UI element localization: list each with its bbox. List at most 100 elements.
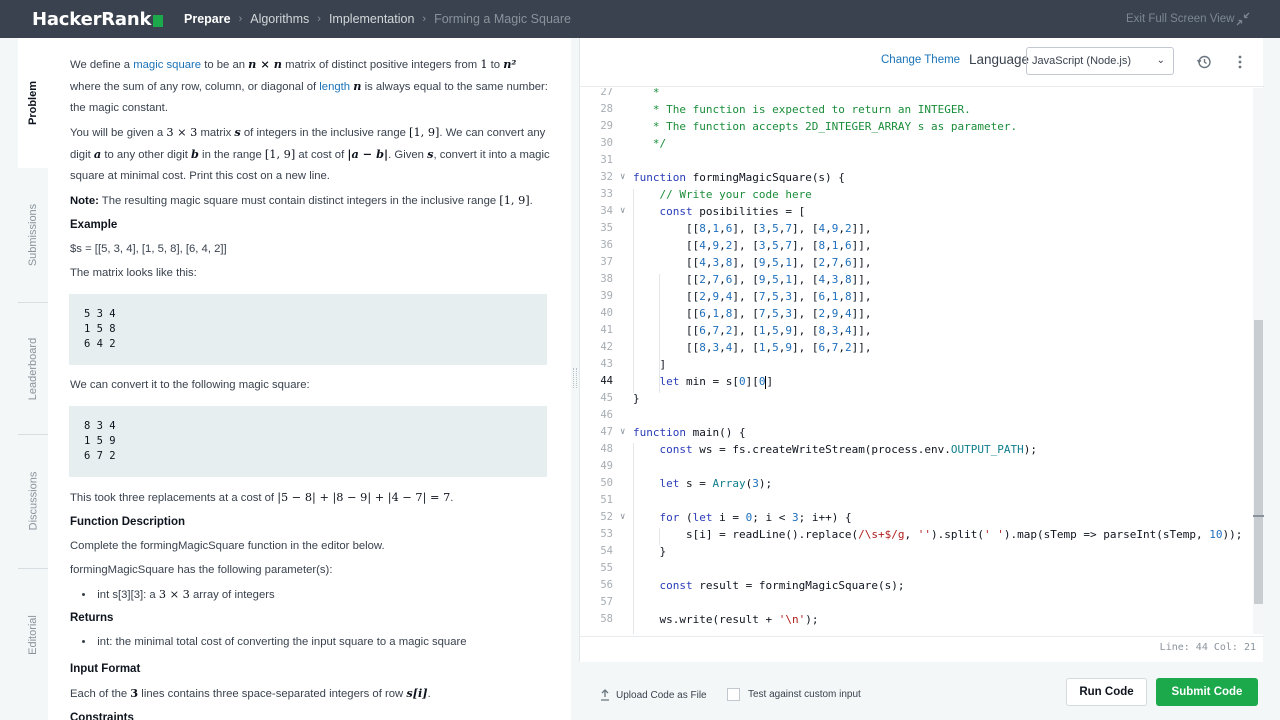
action-bar: Upload Code as File Test against custom …	[579, 662, 1263, 720]
breadcrumb-prepare[interactable]: Prepare	[184, 12, 231, 26]
editor-scrollbar[interactable]	[1253, 88, 1264, 634]
code-line-29: 29 * The function accepts 2D_INTEGER_ARR…	[600, 120, 1018, 133]
editor-status-bar: Line: 44 Col: 21	[580, 636, 1264, 661]
tab-editorial[interactable]: Editorial	[18, 570, 48, 700]
change-theme-link[interactable]: Change Theme	[881, 54, 960, 66]
code-line-42: 42 [[8,3,4], [1,5,9], [6,7,2]],	[600, 341, 872, 354]
input-format-text: Each of the 3 lines contains three space…	[70, 686, 431, 700]
breadcrumb-current-challenge: Forming a Magic Square	[434, 12, 571, 26]
more-options-icon[interactable]	[1236, 54, 1244, 70]
code-line-41: 41 [[6,7,2], [1,5,9], [8,3,4]],	[600, 324, 872, 337]
code-line-57: 57	[600, 596, 613, 608]
fold-chevron-icon: ∨	[620, 427, 626, 437]
code-line-34: 34 ∨ const posibilities = [	[600, 205, 806, 218]
fold-chevron-icon: ∨	[620, 206, 626, 216]
run-code-button[interactable]: Run Code	[1066, 678, 1147, 706]
tab-divider	[18, 568, 48, 569]
chevron-down-icon: ⌄	[1156, 55, 1165, 66]
breadcrumb-implementation[interactable]: Implementation	[329, 12, 414, 26]
code-line-55: 55	[600, 562, 613, 574]
hackerrank-logo[interactable]: HackerRank	[32, 9, 164, 30]
code-line-48: 48 const ws = fs.createWriteStream(proce…	[600, 443, 1038, 456]
logo-mark	[153, 14, 164, 27]
matrix-intro: The matrix looks like this:	[70, 267, 197, 279]
length-link[interactable]: length	[319, 81, 350, 93]
text-cursor	[765, 375, 767, 389]
task-paragraph: You will be given a 3 × 3 matrix s of in…	[70, 125, 550, 182]
code-line-49: 49	[600, 460, 613, 472]
params-intro: formingMagicSquare has the following par…	[70, 564, 333, 576]
code-line-38: 38 [[2,7,6], [9,5,1], [4,3,8]],	[600, 273, 872, 286]
tab-discussions[interactable]: Discussions	[18, 436, 48, 566]
scrollbar-thumb[interactable]	[1254, 320, 1263, 604]
exit-fullscreen-link[interactable]: Exit Full Screen View	[1126, 13, 1234, 25]
code-line-44: 44 let min = s[0][0]	[600, 375, 774, 389]
code-line-52: 52 ∨ for (let i = 0; i < 3; i++) {	[600, 511, 852, 524]
code-area[interactable]: 27 * 28 * The function is expected to re…	[580, 88, 1254, 634]
editor-toolbar: Change Theme Language JavaScript (Node.j…	[580, 38, 1264, 87]
code-line-39: 39 [[2,9,4], [7,5,3], [6,1,8]],	[600, 290, 872, 303]
tab-divider	[18, 434, 48, 435]
chevron-right-icon: ›	[238, 13, 243, 25]
code-line-56: 56 const result = formingMagicSquare(s);	[600, 579, 905, 592]
magic-square-block: 8 3 4 1 5 9 6 7 2	[69, 406, 547, 477]
code-line-30: 30 */	[600, 137, 667, 150]
code-line-36: 36 [[4,9,2], [3,5,7], [8,1,6]],	[600, 239, 872, 252]
magic-square-link[interactable]: magic square	[133, 59, 201, 71]
history-icon[interactable]	[1196, 54, 1212, 70]
cursor-position-marker	[1253, 515, 1264, 517]
breadcrumb: Prepare › Algorithms › Implementation › …	[184, 12, 571, 26]
chevron-right-icon: ›	[422, 13, 427, 25]
code-line-33: 33 // Write your code here	[600, 188, 812, 201]
problem-content: We define a magic square to be an n × n …	[69, 54, 550, 720]
top-nav-bar: HackerRank Prepare › Algorithms › Implem…	[0, 0, 1280, 38]
returns-heading: Returns	[70, 612, 114, 624]
problem-statement-panel: We define a magic square to be an n × n …	[48, 38, 571, 720]
upload-code-button[interactable]: Upload Code as File	[600, 689, 707, 701]
language-value: JavaScript (Node.js)	[1032, 55, 1132, 67]
collapse-icon[interactable]	[1236, 12, 1250, 26]
code-line-37: 37 [[4,3,8], [9,5,1], [2,7,6]],	[600, 256, 872, 269]
code-line-27: 27 *	[600, 88, 660, 99]
code-line-45: 45}	[600, 392, 640, 405]
code-line-46: 46	[600, 409, 613, 421]
code-line-53: 53 s[i] = readLine().replace(/\s+$/g, ''…	[600, 528, 1243, 541]
custom-input-checkbox[interactable]	[727, 688, 740, 701]
code-line-58: 58 ws.write(result + '\n');	[600, 613, 819, 626]
upload-label: Upload Code as File	[616, 689, 707, 701]
cost-paragraph: This took three replacements at a cost o…	[70, 491, 454, 504]
params-list: int s[3][3]: a 3 × 3 array of integers	[70, 584, 550, 606]
function-description: Complete the formingMagicSquare function…	[70, 540, 385, 552]
code-line-54: 54 }	[600, 545, 667, 558]
line-col-indicator: Line: 44 Col: 21	[1159, 642, 1256, 653]
submit-code-button[interactable]: Submit Code	[1156, 678, 1258, 706]
convert-intro: We can convert it to the following magic…	[70, 379, 310, 391]
code-line-43: 43 ]	[600, 358, 667, 371]
code-line-35: 35 [[8,1,6], [3,5,7], [4,9,2]],	[600, 222, 872, 235]
code-line-40: 40 [[6,1,8], [7,5,3], [2,9,4]],	[600, 307, 872, 320]
function-description-heading: Function Description	[70, 516, 185, 528]
tab-divider	[18, 302, 48, 303]
code-line-32: 32 ∨ function formingMagicSquare(s) {	[600, 171, 845, 184]
language-select[interactable]: JavaScript (Node.js) ⌄	[1026, 47, 1174, 75]
code-line-47: 47 ∨ function main() {	[600, 426, 746, 439]
tab-leaderboard[interactable]: Leaderboard	[18, 304, 48, 434]
upload-icon	[601, 689, 609, 701]
returns-list: int: the minimal total cost of convertin…	[70, 632, 550, 653]
code-editor-panel: Change Theme Language JavaScript (Node.j…	[579, 38, 1264, 662]
chevron-right-icon: ›	[317, 13, 321, 25]
splitter-grip[interactable]	[573, 368, 577, 388]
custom-input-label[interactable]: Test against custom input	[748, 689, 861, 700]
language-label: Language	[969, 52, 1030, 67]
constraints-heading: Constraints	[70, 712, 134, 720]
definition-paragraph: We define a magic square to be an n × n …	[70, 57, 548, 114]
code-line-50: 50 let s = Array(3);	[600, 477, 773, 490]
example-input: $s = [[5, 3, 4], [1, 5, 8], [6, 4, 2]]	[70, 243, 227, 255]
vertical-tabs: Problem Submissions Leaderboard Discussi…	[18, 38, 48, 720]
input-matrix-block: 5 3 4 1 5 8 6 4 2	[69, 294, 547, 365]
returns-item: int: the minimal total cost of convertin…	[82, 632, 550, 653]
tab-submissions[interactable]: Submissions	[18, 170, 48, 300]
breadcrumb-algorithms[interactable]: Algorithms	[250, 12, 309, 26]
tab-problem[interactable]: Problem	[18, 38, 48, 168]
fold-chevron-icon: ∨	[620, 172, 626, 182]
